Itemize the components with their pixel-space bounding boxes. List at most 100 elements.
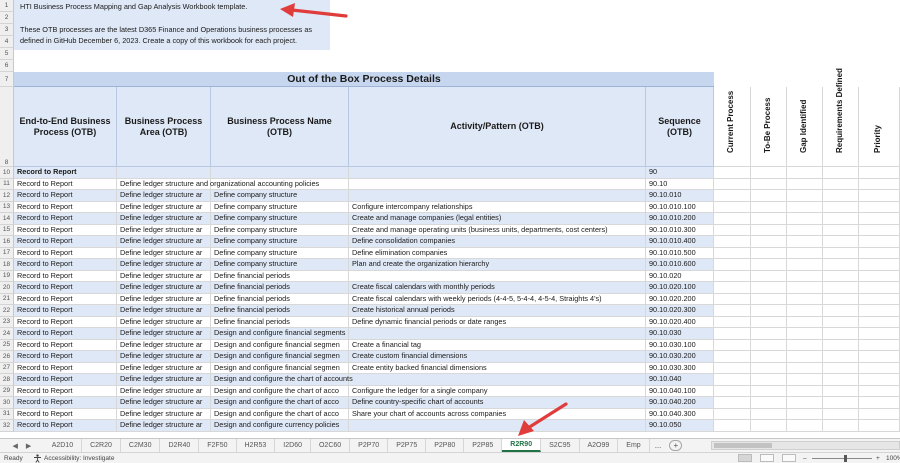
row-number[interactable]: 22: [0, 305, 14, 317]
row-number[interactable]: 10: [0, 167, 14, 179]
cell-empty[interactable]: [859, 282, 900, 294]
page-break-view-button[interactable]: [782, 454, 796, 462]
cell-empty[interactable]: [714, 190, 751, 202]
cell-name[interactable]: Design and configure financial segmen: [211, 339, 349, 351]
cell-empty[interactable]: [787, 270, 823, 282]
cell-empty[interactable]: [823, 213, 859, 225]
cell-empty[interactable]: [859, 201, 900, 213]
cell-empty[interactable]: [714, 259, 751, 271]
cell-e2e[interactable]: Record to Report: [14, 201, 117, 213]
cell-area[interactable]: Define ledger structure ar: [117, 282, 211, 294]
cell-empty[interactable]: [751, 293, 787, 305]
cell-activity[interactable]: [349, 420, 646, 432]
cell-e2e[interactable]: Record to Report: [14, 305, 117, 317]
sheet-tab-d2r40[interactable]: D2R40: [160, 439, 200, 452]
cell-empty[interactable]: [823, 282, 859, 294]
cell-seq[interactable]: 90.10.010.500: [646, 247, 714, 259]
sheet-tab-r2r90[interactable]: R2R90: [502, 439, 542, 452]
note-title[interactable]: HTI Business Process Mapping and Gap Ana…: [20, 2, 247, 13]
cell-empty[interactable]: [714, 293, 751, 305]
cell-area[interactable]: Define ledger structure ar: [117, 408, 211, 420]
row-number[interactable]: 30: [0, 397, 14, 409]
cell-empty[interactable]: [859, 247, 900, 259]
cell-empty[interactable]: [823, 351, 859, 363]
cell-area[interactable]: Define ledger structure ar: [117, 190, 211, 202]
cell-e2e[interactable]: Record to Report: [14, 224, 117, 236]
cell-name[interactable]: Design and configure currency policies: [211, 420, 349, 432]
cell-e2e[interactable]: Record to Report: [14, 270, 117, 282]
cell-seq[interactable]: 90.10.030: [646, 328, 714, 340]
scrollbar-thumb[interactable]: [714, 443, 773, 448]
sheet-tab-c2m30[interactable]: C2M30: [121, 439, 161, 452]
cell-area[interactable]: Define ledger structure ar: [117, 328, 211, 340]
cell-activity[interactable]: Share your chart of accounts across comp…: [349, 408, 646, 420]
cell-area[interactable]: Define ledger structure ar: [117, 270, 211, 282]
cell-activity[interactable]: Define dynamic financial periods or date…: [349, 316, 646, 328]
cell-area[interactable]: Define ledger structure ar: [117, 362, 211, 374]
header-process-name[interactable]: Business Process Name (OTB): [211, 87, 349, 167]
cell-name[interactable]: Define company structure: [211, 236, 349, 248]
cell-empty[interactable]: [751, 305, 787, 317]
cell-empty[interactable]: [751, 316, 787, 328]
cell-e2e[interactable]: Record to Report: [14, 408, 117, 420]
cell-empty[interactable]: [751, 374, 787, 386]
cell-empty[interactable]: [714, 328, 751, 340]
cell-empty[interactable]: [823, 247, 859, 259]
row-number[interactable]: 21: [0, 293, 14, 305]
cell-empty[interactable]: [787, 236, 823, 248]
cell-e2e[interactable]: Record to Report: [14, 236, 117, 248]
cell-area[interactable]: [117, 167, 211, 179]
cell-empty[interactable]: [751, 362, 787, 374]
cell-name[interactable]: Define company structure: [211, 201, 349, 213]
cell-empty[interactable]: [787, 351, 823, 363]
cell-name[interactable]: Define financial periods: [211, 282, 349, 294]
cell-empty[interactable]: [823, 224, 859, 236]
cell-area[interactable]: Define ledger structure ar: [117, 213, 211, 225]
cell-e2e[interactable]: Record to Report: [14, 259, 117, 271]
sheet-tab-h2r53[interactable]: H2R53: [237, 439, 276, 452]
sheet-tab-p2p80[interactable]: P2P80: [426, 439, 465, 452]
cell-seq[interactable]: 90.10: [646, 178, 714, 190]
cell-e2e[interactable]: Record to Report: [14, 328, 117, 340]
page-layout-view-button[interactable]: [760, 454, 774, 462]
cell-empty[interactable]: [787, 362, 823, 374]
cell-name[interactable]: [211, 167, 349, 179]
row-number[interactable]: 28: [0, 374, 14, 386]
cell-empty[interactable]: [859, 213, 900, 225]
cell-e2e[interactable]: Record to Report: [14, 339, 117, 351]
cell-name[interactable]: Design and configure the chart of acco: [211, 397, 349, 409]
header-e2e-process[interactable]: End-to-End Business Process (OTB): [14, 87, 117, 167]
cell-seq[interactable]: 90.10.010.600: [646, 259, 714, 271]
cell-empty[interactable]: [714, 408, 751, 420]
cell-empty[interactable]: [823, 316, 859, 328]
cell-empty[interactable]: [714, 374, 751, 386]
cell-area[interactable]: Define ledger structure ar: [117, 293, 211, 305]
cell-activity[interactable]: [349, 270, 646, 282]
cell-empty[interactable]: [714, 351, 751, 363]
cell-empty[interactable]: [859, 270, 900, 282]
sheet-tab-f2f50[interactable]: F2F50: [199, 439, 237, 452]
cell-empty[interactable]: [751, 385, 787, 397]
cell-empty[interactable]: [714, 385, 751, 397]
cell-empty[interactable]: [787, 397, 823, 409]
cell-e2e[interactable]: Record to Report: [14, 213, 117, 225]
cell-empty[interactable]: [823, 339, 859, 351]
cell-empty[interactable]: [751, 397, 787, 409]
row-number[interactable]: 20: [0, 282, 14, 294]
cell-empty[interactable]: [859, 339, 900, 351]
cell-empty[interactable]: [751, 328, 787, 340]
cell-empty[interactable]: [751, 247, 787, 259]
sheet-tab-c2r20[interactable]: C2R20: [82, 439, 121, 452]
cell-empty[interactable]: [859, 224, 900, 236]
cell-empty[interactable]: [787, 420, 823, 432]
cell-seq[interactable]: 90.10.010.300: [646, 224, 714, 236]
cell-empty[interactable]: [787, 247, 823, 259]
cell-seq[interactable]: 90.10.040: [646, 374, 714, 386]
cell-empty[interactable]: [751, 351, 787, 363]
cell-empty[interactable]: [823, 259, 859, 271]
tab-next-icon[interactable]: ▶: [26, 442, 31, 450]
row-number[interactable]: 32: [0, 420, 14, 432]
cell-seq[interactable]: 90: [646, 167, 714, 179]
cell-empty[interactable]: [859, 190, 900, 202]
tab-navigation[interactable]: ◀ ▶: [0, 439, 44, 452]
